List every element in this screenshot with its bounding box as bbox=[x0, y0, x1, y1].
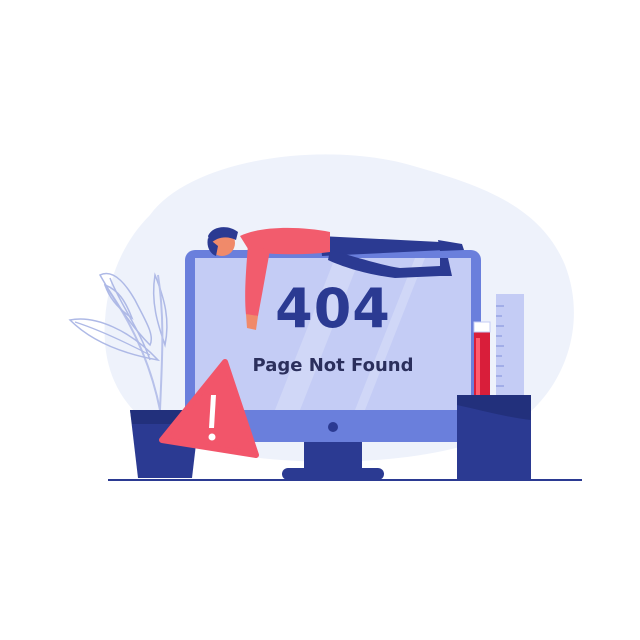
error-code: 404 bbox=[275, 277, 391, 340]
error-message: Page Not Found bbox=[252, 355, 414, 376]
error-404-illustration: 404 Page Not Found bbox=[0, 0, 640, 640]
